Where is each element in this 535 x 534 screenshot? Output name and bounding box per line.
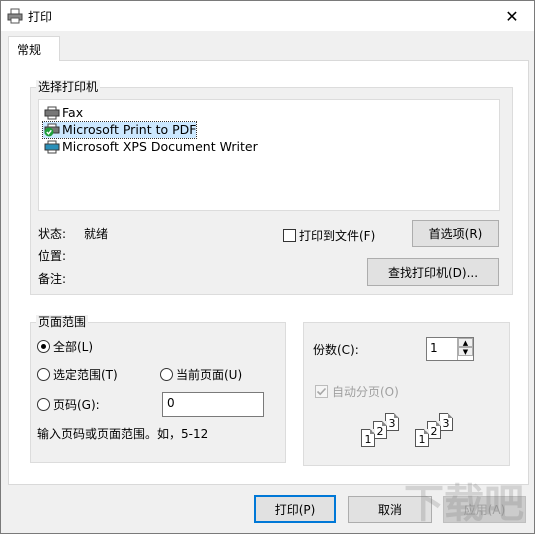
select-printer-title: 选择打印机 (36, 80, 101, 94)
check-icon (316, 387, 327, 396)
printer-name: Fax (62, 105, 84, 120)
title-bar: 打印 ✕ (1, 1, 534, 31)
cancel-button-label: 取消 (377, 503, 402, 517)
preferences-button[interactable]: 首选项(R) (412, 220, 499, 247)
collate-page: 3 (439, 413, 453, 431)
collate-page: 1 (415, 429, 429, 447)
tab-label: 常规 (17, 43, 42, 57)
comment-label: 备注: (38, 272, 67, 286)
radio-all[interactable] (37, 340, 50, 353)
printer-item-pdf[interactable]: Microsoft Print to PDF (41, 121, 198, 139)
print-dialog: 打印 ✕ 常规 选择打印机 Fax Microsoft Print to PDF… (0, 0, 535, 534)
printer-item-xps[interactable]: Microsoft XPS Document Writer (43, 139, 258, 155)
copies-label: 份数(C): (313, 343, 359, 357)
copies-spinner[interactable]: ▲ ▼ (457, 338, 473, 360)
pages-input-value: 0 (167, 396, 175, 410)
status-label: 状态: (38, 227, 67, 241)
find-printer-button[interactable]: 查找打印机(D)... (367, 258, 499, 286)
print-button[interactable]: 打印(P) (254, 495, 336, 523)
page-range-hint: 输入页码或页面范围。如，5-12 (37, 427, 209, 441)
apply-button-label: 应用(A) (463, 503, 506, 517)
collate-page: 2 (427, 421, 441, 439)
radio-pages-label: 页码(G): (53, 398, 100, 412)
spin-down-icon[interactable]: ▼ (458, 347, 473, 356)
fax-printer-icon (44, 106, 60, 120)
collate-page: 3 (385, 413, 399, 431)
preferences-button-label: 首选项(R) (428, 227, 483, 241)
radio-selection-label: 选定范围(T) (53, 368, 118, 382)
apply-button[interactable]: 应用(A) (443, 496, 526, 523)
radio-all-label: 全部(L) (53, 340, 94, 354)
window-title: 打印 (28, 10, 53, 24)
printer-name: Microsoft XPS Document Writer (62, 139, 258, 154)
page-range-title: 页面范围 (36, 315, 89, 329)
status-value: 就绪 (84, 227, 109, 241)
close-icon: ✕ (505, 6, 519, 26)
close-button[interactable]: ✕ (490, 1, 534, 31)
collate-page: 1 (361, 429, 375, 447)
default-printer-icon (44, 123, 60, 137)
printer-name: Microsoft Print to PDF (62, 122, 197, 137)
print-to-file-label: 打印到文件(F) (299, 229, 376, 243)
radio-current-page[interactable] (160, 368, 173, 381)
radio-pages[interactable] (37, 398, 50, 411)
printer-item-fax[interactable]: Fax (43, 105, 83, 121)
printer-list[interactable]: Fax Microsoft Print to PDF Microsoft XPS… (38, 99, 500, 211)
pages-input[interactable]: 0 (162, 392, 264, 417)
collate-checkbox[interactable] (315, 385, 328, 398)
spin-up-icon[interactable]: ▲ (458, 338, 473, 347)
print-button-label: 打印(P) (274, 502, 316, 517)
find-printer-button-label: 查找打印机(D)... (387, 265, 479, 280)
collate-page: 2 (373, 421, 387, 439)
location-label: 位置: (38, 249, 67, 263)
cancel-button[interactable]: 取消 (348, 496, 432, 523)
printer-icon (7, 8, 23, 24)
collate-label: 自动分页(O) (332, 385, 399, 399)
print-to-file-checkbox[interactable] (283, 229, 296, 242)
radio-selection[interactable] (37, 368, 50, 381)
tab-general[interactable]: 常规 (8, 36, 60, 61)
copies-input-value: 1 (430, 341, 438, 355)
printer-icon (44, 140, 60, 154)
radio-current-page-label: 当前页面(U) (176, 368, 243, 382)
